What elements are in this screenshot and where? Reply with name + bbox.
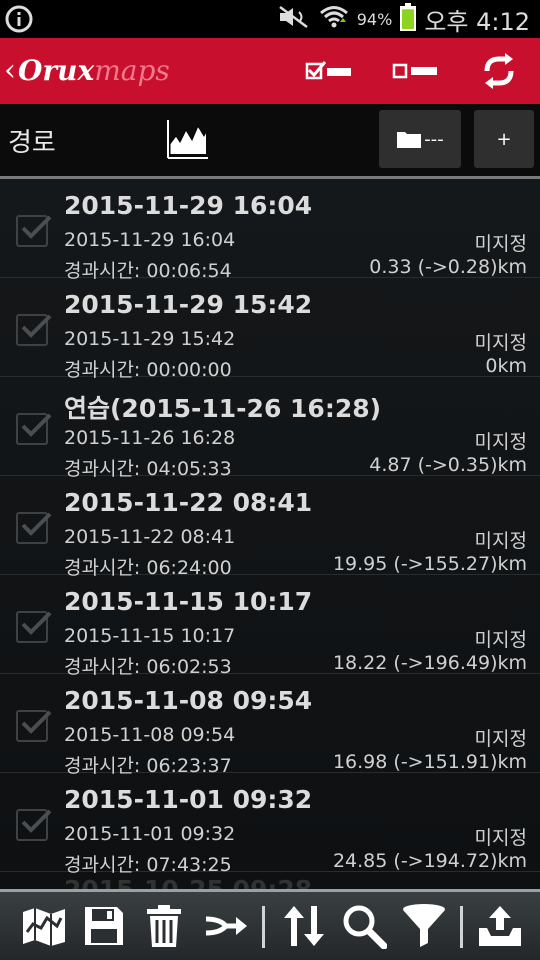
elevation-chart-icon: [166, 118, 210, 162]
select-all-icon: [305, 61, 351, 80]
track-row[interactable]: 연습(2015-11-26 16:28) 2015-11-26 16:28 미지정 경…: [0, 377, 540, 480]
filter-button[interactable]: [398, 900, 450, 952]
track-status: 미지정: [474, 728, 527, 750]
track-row[interactable]: 2015-11-22 08:41 2015-11-22 08:41 미지정 경과시간:…: [0, 476, 540, 579]
track-status: 미지정: [474, 530, 527, 552]
merge-button[interactable]: [200, 900, 252, 952]
track-checkbox[interactable]: [16, 611, 52, 643]
sort-icon: [284, 906, 324, 946]
track-date: 2015-11-01 09:32: [64, 823, 236, 845]
folder-button-label: ---: [424, 128, 444, 150]
search-icon: [343, 905, 387, 949]
track-date: 2015-11-22 08:41: [64, 526, 236, 548]
select-all-button[interactable]: [304, 48, 354, 94]
track-row[interactable]: 2015-11-01 09:32 2015-11-01 09:32 미지정경과시간:…: [0, 773, 540, 876]
battery-icon: [400, 3, 417, 35]
status-bar: 94% 오후 4:12: [0, 0, 540, 38]
app-logo[interactable]: ‹ Orux maps: [4, 50, 170, 90]
track-distance: 24.85 (->194.72)km: [332, 850, 527, 872]
merge-icon: [205, 916, 247, 936]
track-list[interactable]: 2015-11-29 16:04 2015-11-29 16:04 미지정경과시간:…: [0, 179, 540, 889]
deselect-all-icon: [392, 63, 437, 79]
track-title: 2015-11-29 15:42: [64, 290, 313, 319]
toolbar-separator: [460, 906, 463, 948]
track-checkbox[interactable]: [16, 710, 52, 742]
track-status: 미지정: [474, 233, 527, 255]
map-button[interactable]: [18, 900, 70, 952]
track-checkbox[interactable]: [16, 413, 52, 445]
track-title: 2015-11-15 10:17: [64, 587, 313, 616]
upload-icon: [479, 906, 521, 946]
folder-button[interactable]: ---: [379, 110, 461, 168]
delete-button[interactable]: [138, 900, 190, 952]
clock: 오후 4:12: [424, 7, 530, 36]
track-date: 2015-11-29 15:42: [64, 328, 236, 350]
sync-icon: [484, 53, 514, 89]
track-distance: 0.33 (->0.28)km: [369, 256, 527, 278]
add-button[interactable]: +: [474, 110, 534, 168]
track-row[interactable]: 2015-11-08 09:54 2015-11-08 09:54 미지정 경과시간:…: [0, 674, 540, 777]
battery-percent: 94%: [356, 9, 393, 29]
track-title: 2015-11-22 08:41: [64, 488, 313, 517]
filter-icon: [403, 904, 445, 947]
track-date: 2015-11-08 09:54: [64, 724, 236, 746]
sort-button[interactable]: [278, 900, 330, 952]
track-title: 2015-11-08 09:54: [64, 686, 313, 715]
wifi-icon: [319, 4, 349, 34]
track-status: 미지정: [474, 332, 527, 354]
track-checkbox[interactable]: [16, 809, 52, 841]
track-checkbox[interactable]: [16, 512, 52, 544]
info-circle-icon: [4, 4, 34, 34]
track-title: 연습(2015-11-26 16:28): [64, 394, 382, 423]
checkmark-icon: [21, 611, 52, 635]
mute-icon: [277, 5, 311, 33]
track-date: 2015-11-26 16:28: [64, 427, 236, 449]
save-button[interactable]: [78, 900, 130, 952]
page-title: 경로: [8, 128, 56, 158]
track-row[interactable]: 2015-11-29 16:04 2015-11-29 16:04 미지정 경과시간:…: [0, 179, 540, 282]
elevation-chart-button[interactable]: [166, 118, 210, 162]
checkmark-icon: [21, 809, 52, 833]
save-icon: [85, 907, 123, 945]
toolbar-separator: [262, 906, 265, 948]
track-distance: 0km: [485, 355, 527, 377]
track-title: 2015-11-29 16:04: [64, 191, 313, 220]
checkmark-icon: [21, 710, 52, 734]
track-status: 미지정: [474, 431, 527, 453]
app-bar: ‹ Orux maps: [0, 38, 540, 104]
folder-icon: [397, 132, 422, 148]
search-button[interactable]: [338, 900, 390, 952]
track-distance: 16.98 (->151.91)km: [332, 751, 527, 773]
deselect-all-button[interactable]: [390, 48, 440, 94]
track-row[interactable]: 2015-11-15 10:17 2015-11-15 10:17 미지정 경과시간:…: [0, 575, 540, 678]
track-status: 미지정: [474, 827, 527, 849]
checkmark-icon: [21, 314, 52, 338]
logo-text-maps: maps: [94, 53, 170, 87]
track-elapsed-time: 경과시간: 07:43:25: [64, 854, 232, 876]
track-title: 2015-11-01 09:32: [64, 785, 313, 814]
checkmark-icon: [21, 512, 52, 536]
upload-button[interactable]: [474, 900, 526, 952]
bottom-toolbar: [0, 889, 540, 960]
track-distance: 18.22 (->196.49)km: [332, 652, 527, 674]
checkmark-icon: [21, 215, 52, 239]
track-checkbox[interactable]: [16, 215, 52, 247]
trash-icon: [147, 905, 181, 947]
track-distance: 4.87 (->0.35)km: [369, 454, 527, 476]
map-icon: [23, 908, 65, 946]
track-status: 미지정: [474, 629, 527, 651]
checkmark-icon: [21, 413, 52, 437]
track-date: 2015-11-29 16:04: [64, 229, 236, 251]
sync-button[interactable]: [474, 48, 524, 94]
track-checkbox[interactable]: [16, 314, 52, 346]
track-date: 2015-11-15 10:17: [64, 625, 236, 647]
logo-text-orux: Orux: [18, 53, 95, 87]
back-chevron-icon[interactable]: ‹: [4, 53, 16, 88]
track-row[interactable]: 2015-11-29 15:42 2015-11-29 15:42 미지정 경과시간:…: [0, 278, 540, 381]
track-distance: 19.95 (->155.27)km: [332, 553, 527, 575]
